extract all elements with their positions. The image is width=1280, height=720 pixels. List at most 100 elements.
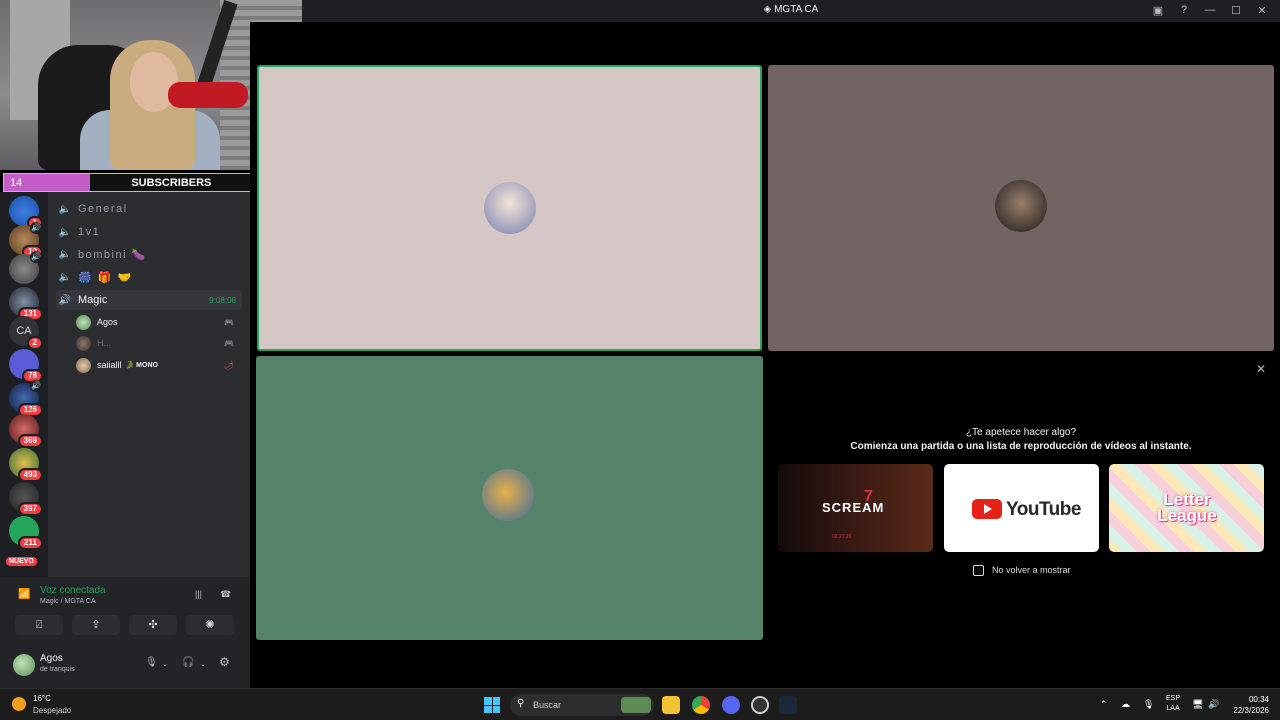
unread-badge: 2 bbox=[26, 336, 43, 350]
voice-channel-bombini[interactable]: 🔈 bombini 🍆 bbox=[56, 244, 242, 264]
screen-share-icon: ⇪ bbox=[91, 619, 101, 631]
stream-icon: 🎮 bbox=[224, 338, 234, 348]
speaker-icon: 🔊 bbox=[30, 251, 42, 263]
server-icon[interactable]: CA 2 bbox=[9, 316, 43, 350]
windows-taskbar: 16°C Despejado ⚲ Buscar ⌃ ☁ 🎙 ESP LAA 🖥 🔊… bbox=[0, 688, 1280, 720]
call-area: ✕ ¿Te apetece hacer algo? Comienza una p… bbox=[250, 22, 1280, 688]
discord-icon[interactable] bbox=[722, 696, 740, 714]
unread-badge: 369 bbox=[17, 434, 43, 448]
user-tag: 🐊 MONO bbox=[125, 362, 158, 369]
voice-channel-emoji[interactable]: 🔈 🎆 🎁 🤝 bbox=[56, 267, 242, 287]
speaker-icon: 🔈 bbox=[58, 203, 72, 215]
chevron-up-icon[interactable]: ⌃ bbox=[1100, 699, 1108, 710]
system-clock[interactable]: 00:34 22/3/2026 bbox=[1227, 694, 1269, 716]
avatar bbox=[76, 314, 91, 330]
minimize-button[interactable]: — bbox=[1202, 4, 1218, 17]
activities-icon: ✣ bbox=[148, 619, 158, 631]
chrome-icon[interactable] bbox=[692, 696, 710, 714]
pepper-icon: 🌶 bbox=[223, 360, 234, 370]
voice-user[interactable]: H... 🎮 bbox=[76, 333, 242, 353]
server-icon[interactable]: 397 bbox=[9, 482, 43, 516]
search-placeholder: Buscar bbox=[533, 700, 562, 710]
soundboard-button[interactable]: ✺ bbox=[186, 615, 234, 635]
discord-icon: ◈ bbox=[763, 4, 775, 15]
window-title-bar: ◈ MGTA CA ▣ ? — ☐ ✕ bbox=[302, 0, 1280, 22]
voice-channel-1v1[interactable]: 🔈 1v1 bbox=[56, 222, 242, 242]
speaker-icon: 🔈 bbox=[58, 248, 72, 260]
server-icon[interactable]: 🔊 126 bbox=[9, 380, 43, 417]
microphone-icon[interactable]: 🎙 bbox=[1143, 699, 1154, 710]
activity-card-youtube[interactable]: YouTube bbox=[944, 464, 1099, 552]
voice-location[interactable]: Magic / MGTA CA bbox=[40, 598, 96, 605]
participant-tile[interactable] bbox=[256, 356, 763, 640]
window-title: ◈ MGTA CA bbox=[763, 4, 819, 15]
speaker-icon: 🔊 bbox=[30, 222, 42, 234]
screen-share-button[interactable]: ⇪ bbox=[72, 615, 120, 635]
activity-card-letter-league[interactable]: Letter League bbox=[1109, 464, 1264, 552]
speaker-icon: 🔈 bbox=[58, 271, 72, 283]
server-icon[interactable]: 211 bbox=[9, 516, 43, 550]
unread-badge: 211 bbox=[18, 536, 43, 550]
activities-button[interactable]: ✣ bbox=[129, 615, 177, 635]
server-icon[interactable]: 🔊 bbox=[9, 251, 42, 284]
search-icon: ⚲ bbox=[517, 698, 525, 709]
avatar bbox=[76, 335, 91, 351]
camera-off-icon: ⍁ bbox=[35, 619, 43, 631]
speaker-icon: 🔊 bbox=[58, 294, 72, 306]
voice-channel-general[interactable]: 🔈 General bbox=[56, 199, 242, 219]
language-indicator[interactable]: ESP LAA bbox=[1166, 694, 1180, 714]
call-timer: 9:08:08 bbox=[209, 295, 236, 305]
volume-icon[interactable]: 🔊 bbox=[1208, 699, 1219, 710]
microphone-icon[interactable]: 🎙 bbox=[145, 657, 158, 668]
user-panel: Agos de tranquis 🎙 ⌄ 🎧 ⌄ ⚙ bbox=[0, 642, 250, 688]
voice-channel-magic[interactable]: 🔊 Magic 9:08:08 bbox=[56, 290, 242, 310]
username[interactable]: Agos bbox=[40, 653, 63, 664]
search-highlight-image bbox=[621, 697, 651, 713]
cloud-icon[interactable]: ☁ bbox=[1121, 699, 1130, 710]
voice-user[interactable]: saiialll 🐊 MONO 🌶 bbox=[76, 355, 242, 375]
weather-condition[interactable]: Despejado bbox=[33, 706, 71, 715]
help-icon[interactable]: ? bbox=[1176, 4, 1192, 17]
voice-status[interactable]: Voz conectada bbox=[40, 585, 106, 596]
soundboard-icon: ✺ bbox=[205, 619, 215, 631]
chevron-down-icon[interactable]: ⌄ bbox=[162, 660, 168, 668]
server-icon[interactable]: 369 bbox=[9, 414, 43, 448]
server-icon[interactable]: 78 bbox=[9, 349, 43, 383]
headphones-icon[interactable]: 🎧 bbox=[182, 657, 194, 668]
camera-off-button[interactable]: ⍁ bbox=[15, 615, 63, 635]
youtube-icon bbox=[972, 499, 1002, 519]
dont-show-checkbox[interactable] bbox=[973, 565, 984, 576]
activity-card-scream[interactable]: SCREAM 7 02.27.26 bbox=[778, 464, 933, 552]
stream-icon: 🎮 bbox=[224, 317, 234, 327]
participant-tile[interactable] bbox=[768, 65, 1274, 351]
close-button[interactable]: ✕ bbox=[1254, 4, 1270, 17]
taskbar-search[interactable]: ⚲ Buscar bbox=[510, 694, 654, 716]
activities-subtitle: Comienza una partida o una lista de repr… bbox=[850, 441, 1192, 452]
steam-icon[interactable] bbox=[779, 696, 797, 714]
server-icon[interactable]: 131 bbox=[9, 287, 43, 321]
network-icon[interactable]: 🖥 bbox=[1192, 699, 1203, 710]
disconnect-icon[interactable]: ☎ bbox=[220, 589, 231, 600]
participant-tile[interactable] bbox=[257, 65, 762, 351]
file-explorer-icon[interactable] bbox=[662, 696, 680, 714]
participant-avatar bbox=[484, 182, 536, 234]
gear-icon[interactable]: ⚙ bbox=[219, 655, 230, 669]
server-icon[interactable]: 493 bbox=[9, 448, 43, 482]
chevron-down-icon[interactable]: ⌄ bbox=[200, 660, 206, 668]
weather-temperature[interactable]: 16°C bbox=[33, 694, 51, 703]
unread-badge: 397 bbox=[17, 502, 43, 516]
inbox-icon[interactable]: ▣ bbox=[1150, 4, 1166, 17]
obs-icon[interactable] bbox=[751, 696, 769, 714]
start-button[interactable] bbox=[484, 697, 500, 713]
noise-suppression-icon[interactable]: ||| bbox=[195, 589, 202, 599]
weather-icon[interactable] bbox=[12, 697, 26, 711]
close-icon[interactable]: ✕ bbox=[1256, 362, 1266, 376]
channel-list: 🔈 General 🔈 1v1 🔈 bombini 🍆 🔈 🎆 🎁 🤝 🔊 Magic 9:… bbox=[48, 192, 250, 577]
dont-show-label[interactable]: No volver a mostrar bbox=[992, 565, 1071, 575]
voice-connection-panel: 📶 Voz conectada Magic / MGTA CA ||| ☎ ⍁ … bbox=[0, 577, 250, 642]
avatar[interactable] bbox=[13, 654, 35, 676]
voice-user[interactable]: Agos 🎮 bbox=[76, 312, 242, 332]
participant-avatar bbox=[995, 180, 1047, 232]
speaker-icon: 🔈 bbox=[58, 226, 72, 238]
maximize-button[interactable]: ☐ bbox=[1228, 4, 1244, 17]
